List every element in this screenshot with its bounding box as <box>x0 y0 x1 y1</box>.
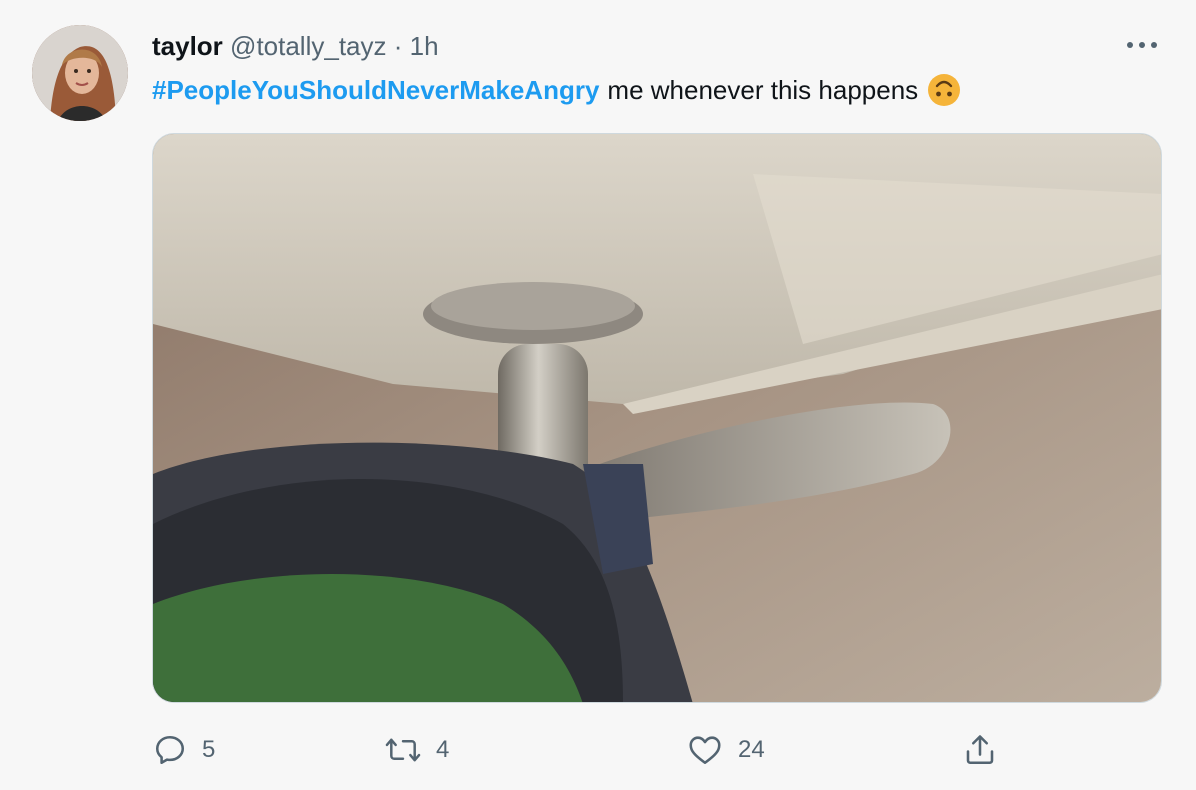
retweet-button[interactable]: 4 <box>384 728 449 772</box>
tweet-header: taylor @totally_tayz · 1h <box>152 30 439 62</box>
reply-count: 5 <box>202 736 216 763</box>
reply-icon <box>155 735 185 765</box>
tweet-text: #PeopleYouShouldNeverMakeAngry me whenev… <box>152 72 962 108</box>
reply-button[interactable]: 5 <box>152 728 215 772</box>
more-horizontal-icon <box>1127 42 1157 48</box>
avatar-photo <box>32 25 128 121</box>
tweet-body: me whenever this happens <box>607 75 919 105</box>
like-button[interactable]: 24 <box>686 728 765 772</box>
retweet-count: 4 <box>436 736 450 763</box>
share-icon <box>966 735 994 765</box>
tweet-photo[interactable] <box>152 133 1162 703</box>
tweet: taylor @totally_tayz · 1h #PeopleYouShou… <box>0 0 1196 790</box>
avatar[interactable] <box>32 25 128 121</box>
upside-down-face-emoji <box>926 72 962 108</box>
door-handle-photo <box>153 134 1161 702</box>
timestamp[interactable]: 1h <box>410 31 439 61</box>
hashtag-link[interactable]: #PeopleYouShouldNeverMakeAngry <box>152 72 599 108</box>
display-name[interactable]: taylor <box>152 31 223 61</box>
share-button[interactable] <box>962 728 1012 772</box>
more-button[interactable] <box>1122 30 1162 60</box>
user-handle[interactable]: @totally_tayz <box>230 31 386 61</box>
retweet-icon <box>385 738 421 762</box>
separator-dot: · <box>393 31 403 61</box>
like-count: 24 <box>738 736 765 763</box>
heart-icon <box>689 736 721 765</box>
action-bar: 5 4 24 <box>152 728 1012 772</box>
